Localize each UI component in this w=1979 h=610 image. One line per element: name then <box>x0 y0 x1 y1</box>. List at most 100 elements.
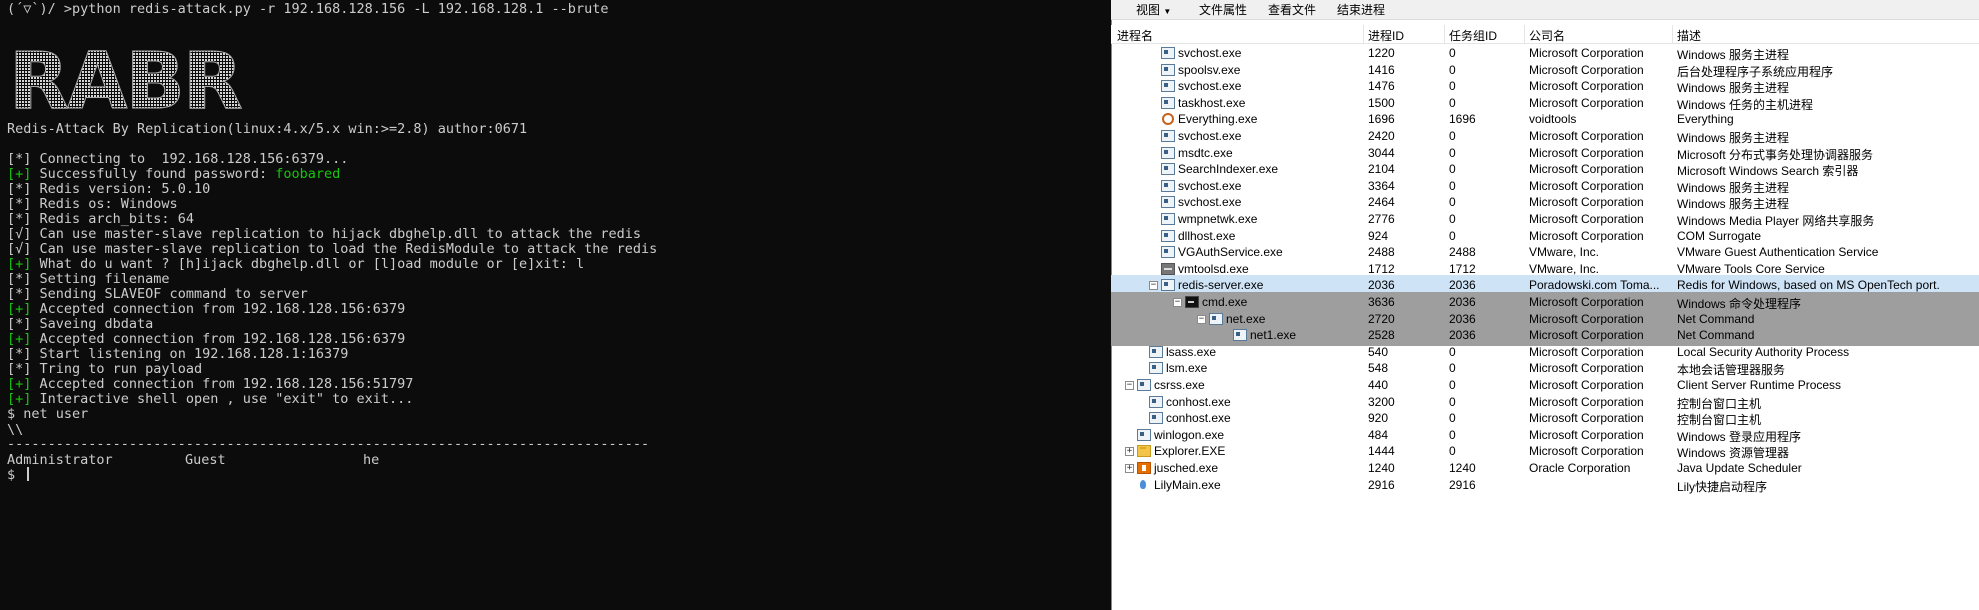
log-prefix: [*] <box>7 346 32 362</box>
company-name: VMware, Inc. <box>1529 245 1600 259</box>
session-id: 0 <box>1449 195 1456 209</box>
session-id: 2036 <box>1449 278 1476 292</box>
terminal-separator: ----------------------------------------… <box>7 436 650 452</box>
company-name: Microsoft Corporation <box>1529 212 1644 226</box>
cmd-console-icon <box>1185 296 1199 308</box>
process-description: Everything <box>1677 112 1734 126</box>
process-id: 548 <box>1368 361 1389 375</box>
column-divider[interactable] <box>1444 25 1445 43</box>
process-name: svchost.exe <box>1178 79 1242 93</box>
company-name: Microsoft Corporation <box>1529 378 1644 392</box>
company-name: Microsoft Corporation <box>1529 96 1644 110</box>
process-id: 2916 <box>1368 478 1395 492</box>
process-id: 1444 <box>1368 444 1395 458</box>
generic-exe-icon <box>1161 47 1175 59</box>
vmware-icon <box>1161 263 1175 275</box>
session-id: 2036 <box>1449 295 1476 309</box>
view-menu[interactable]: 视图 ▼ <box>1136 1 1171 18</box>
text-cursor <box>27 467 30 481</box>
column-divider[interactable] <box>1524 25 1525 43</box>
process-name: SearchIndexer.exe <box>1178 162 1279 176</box>
search-magnifier-icon <box>1161 113 1175 125</box>
generic-exe-icon <box>1137 429 1151 441</box>
log-prefix: [+] <box>7 331 32 347</box>
session-id: 1696 <box>1449 112 1476 126</box>
terminal-prompt-line: (´▽`)/ >python redis-attack.py -r 192.16… <box>7 1 609 17</box>
process-id: 3200 <box>1368 395 1395 409</box>
company-name: Microsoft Corporation <box>1529 79 1644 93</box>
company-name: Microsoft Corporation <box>1529 179 1644 193</box>
generic-exe-icon <box>1233 329 1247 341</box>
process-name: vmtoolsd.exe <box>1178 262 1249 276</box>
process-id: 2488 <box>1368 245 1395 259</box>
log-prefix: [*] <box>7 316 32 332</box>
process-row[interactable]: LilyMain.exe 2916 2916 Lily快捷启动程序 <box>1111 475 1979 496</box>
column-divider[interactable] <box>1363 25 1364 43</box>
session-id: 0 <box>1449 63 1456 77</box>
process-name: cmd.exe <box>1202 295 1248 309</box>
process-name: winlogon.exe <box>1154 428 1225 442</box>
terminal-input-line[interactable]: $ <box>7 467 30 484</box>
generic-exe-icon <box>1161 64 1175 76</box>
tool-subtitle: Redis-Attack By Replication(linux:4.x/5.… <box>7 121 528 137</box>
generic-exe-icon <box>1161 80 1175 92</box>
process-name: conhost.exe <box>1166 411 1231 425</box>
session-id: 0 <box>1449 46 1456 60</box>
log-prefix: [√] <box>7 241 32 257</box>
view-file-button[interactable]: 查看文件 <box>1268 1 1316 18</box>
process-description: Redis for Windows, based on MS OpenTech … <box>1677 278 1940 292</box>
column-process-name[interactable]: 进程名 <box>1117 27 1153 44</box>
log-text: Interactive shell open , use "exit" to e… <box>31 391 414 407</box>
company-name: Microsoft Corporation <box>1529 46 1644 60</box>
session-id: 0 <box>1449 79 1456 93</box>
collapse-toggle-icon[interactable]: − <box>1125 381 1134 390</box>
expand-toggle-icon[interactable]: + <box>1125 464 1134 473</box>
generic-exe-icon <box>1149 346 1163 358</box>
terminal-window[interactable]: (´▽`)/ >python redis-attack.py -r 192.16… <box>0 0 1111 610</box>
terminal-final-prompt: $ <box>7 467 24 483</box>
column-session-id[interactable]: 任务组ID <box>1449 27 1497 44</box>
generic-exe-icon <box>1161 180 1175 192</box>
generic-exe-icon <box>1149 396 1163 408</box>
end-process-button[interactable]: 结束进程 <box>1337 1 1385 18</box>
process-id: 1240 <box>1368 461 1395 475</box>
collapse-toggle-icon[interactable]: − <box>1149 281 1158 290</box>
process-description: Client Server Runtime Process <box>1677 378 1842 392</box>
generic-exe-icon <box>1149 412 1163 424</box>
process-id: 3636 <box>1368 295 1395 309</box>
expand-toggle-icon[interactable]: + <box>1125 447 1134 456</box>
log-prefix: [*] <box>7 181 32 197</box>
column-description[interactable]: 描述 <box>1677 27 1701 44</box>
session-id: 0 <box>1449 162 1456 176</box>
process-name: dllhost.exe <box>1178 229 1236 243</box>
process-id: 3364 <box>1368 179 1395 193</box>
column-company[interactable]: 公司名 <box>1529 27 1565 44</box>
company-name: Microsoft Corporation <box>1529 312 1644 326</box>
java-icon <box>1137 462 1151 474</box>
column-pid[interactable]: 进程ID <box>1368 27 1404 44</box>
ascii-banner: RABR <box>7 37 247 128</box>
collapse-toggle-icon[interactable]: − <box>1173 298 1182 307</box>
process-id: 440 <box>1368 378 1389 392</box>
log-prefix: [+] <box>7 166 32 182</box>
file-properties-button[interactable]: 文件属性 <box>1199 1 1247 18</box>
generic-exe-icon <box>1161 213 1175 225</box>
session-id: 2916 <box>1449 478 1476 492</box>
log-text: Sending SLAVEOF command to server <box>31 286 308 302</box>
process-id: 1220 <box>1368 46 1395 60</box>
log-text: Can use master-slave replication to load… <box>31 241 658 257</box>
process-name: lsass.exe <box>1166 345 1217 359</box>
process-explorer-window[interactable]: 视图 ▼ 文件属性 查看文件 结束进程 进程名 进程ID 任务组ID 公司名 描… <box>1111 0 1979 610</box>
company-name: Microsoft Corporation <box>1529 229 1644 243</box>
company-name: Microsoft Corporation <box>1529 146 1644 160</box>
user-he: he <box>363 452 380 468</box>
company-name: Microsoft Corporation <box>1529 129 1644 143</box>
company-name: Microsoft Corporation <box>1529 328 1644 342</box>
generic-exe-icon <box>1161 230 1175 242</box>
process-id: 2036 <box>1368 278 1395 292</box>
collapse-toggle-icon[interactable]: − <box>1197 315 1206 324</box>
session-id: 0 <box>1449 129 1456 143</box>
log-prefix: [+] <box>7 301 32 317</box>
process-name: svchost.exe <box>1178 195 1242 209</box>
column-divider[interactable] <box>1672 25 1673 43</box>
